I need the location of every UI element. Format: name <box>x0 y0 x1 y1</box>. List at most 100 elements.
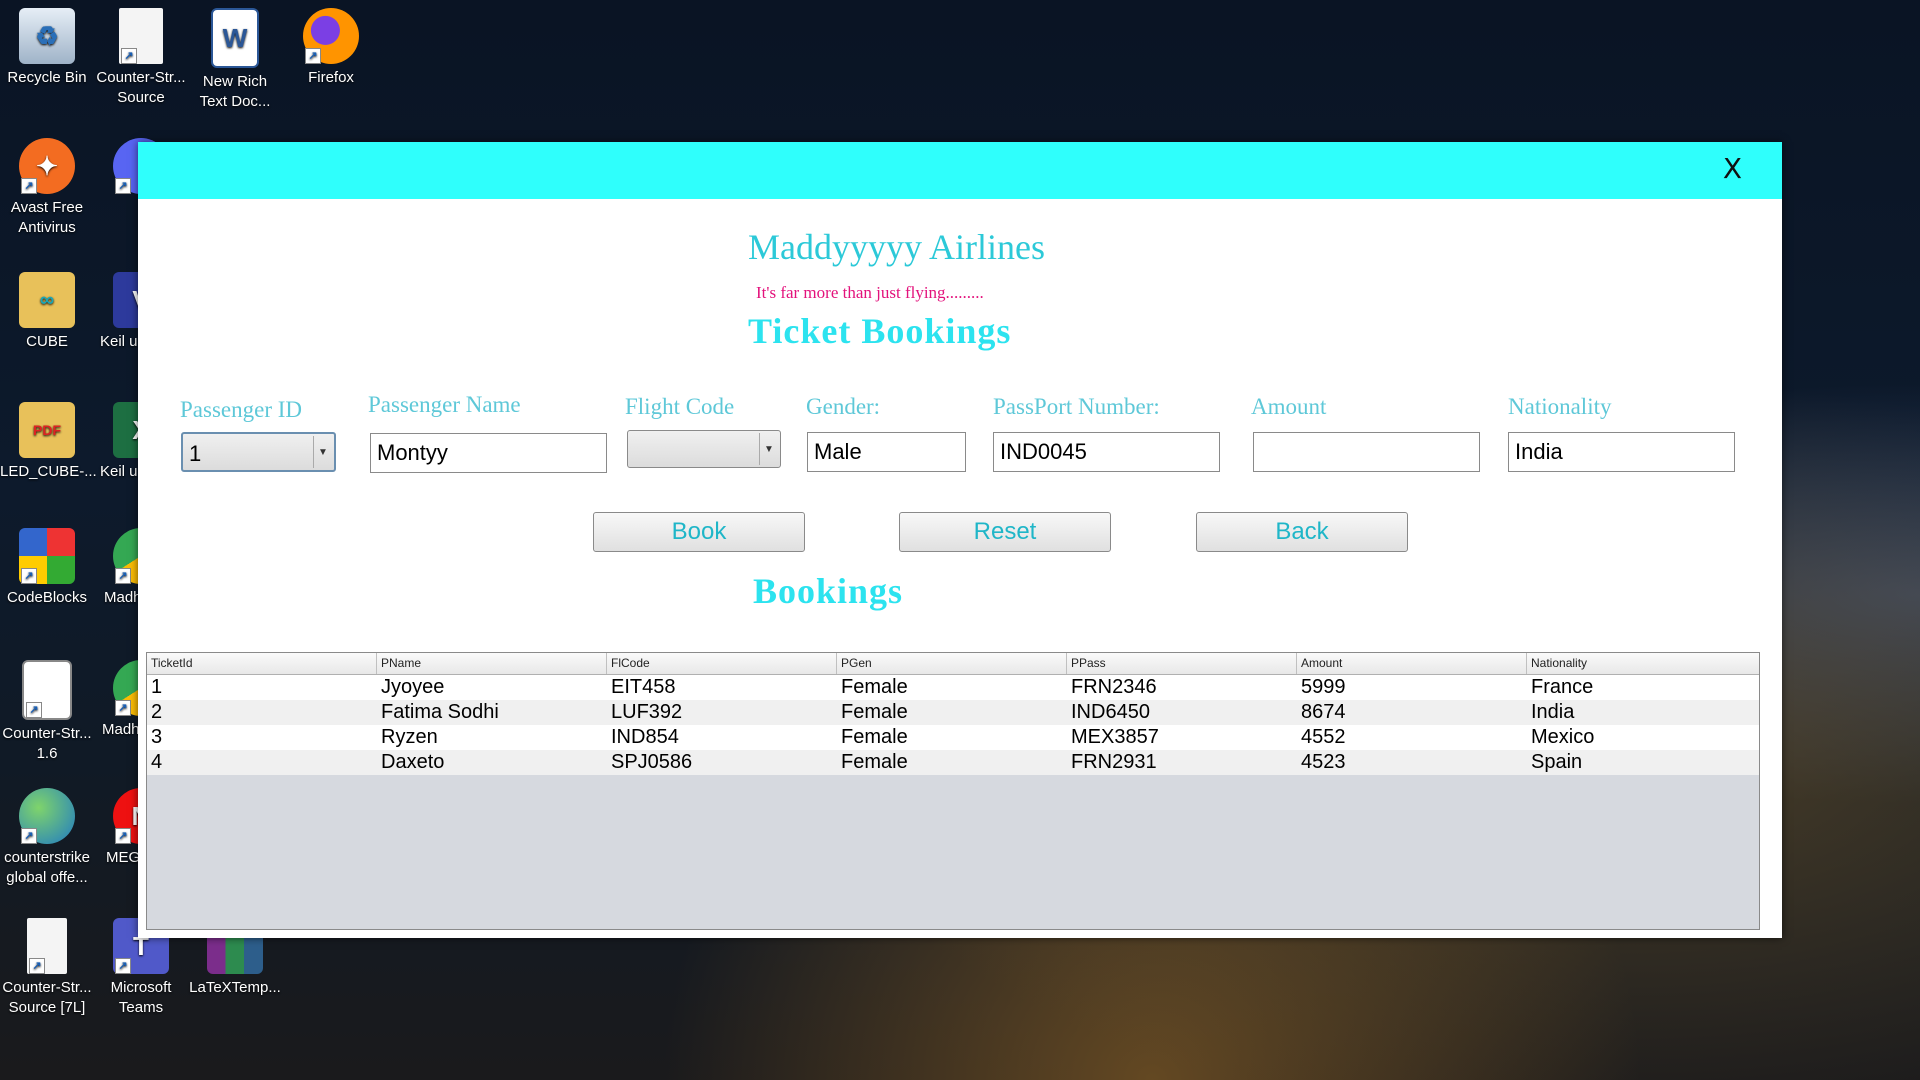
reset-button[interactable]: Reset <box>899 512 1111 552</box>
word-document-icon: W <box>211 8 259 68</box>
desktop-icon-firefox[interactable]: ↗ Firefox <box>284 8 378 88</box>
gender-input[interactable]: Male <box>807 432 966 472</box>
table-row[interactable]: 1 Jyoyee EIT458 Female FRN2346 5999 Fran… <box>147 675 1759 700</box>
nationality-label: Nationality <box>1508 394 1612 419</box>
table-cell: 1 <box>151 676 163 698</box>
amount-input[interactable] <box>1253 432 1480 472</box>
table-cell: IND6450 <box>1071 701 1150 723</box>
folder-pdf-icon: PDF <box>19 402 75 458</box>
amount-label: Amount <box>1251 394 1327 419</box>
table-cell: Female <box>841 726 908 748</box>
table-row[interactable]: 3 Ryzen IND854 Female MEX3857 4552 Mexic… <box>147 725 1759 750</box>
desktop-icon-label: Counter-Str... Source <box>96 69 186 106</box>
folder-icon: ∞ <box>19 272 75 328</box>
column-header[interactable]: TicketId <box>147 653 377 674</box>
table-cell: FRN2346 <box>1071 676 1157 698</box>
globe-icon: ↗ <box>19 788 75 844</box>
table-cell: 4 <box>151 751 163 773</box>
bookings-title: Bookings <box>753 571 904 611</box>
desktop-icon-codeblocks[interactable]: ↗ CodeBlocks <box>0 528 94 608</box>
table-cell: MEX3857 <box>1071 726 1159 748</box>
chevron-down-icon[interactable]: ▼ <box>313 436 332 468</box>
close-button[interactable]: X <box>1723 152 1742 185</box>
desktop-icon-counter-strike-7l[interactable]: ↗ Counter-Str... Source [7L] <box>0 918 94 1018</box>
table-cell: 8674 <box>1301 701 1346 723</box>
table-row[interactable]: 2 Fatima Sodhi LUF392 Female IND6450 867… <box>147 700 1759 725</box>
back-button[interactable]: Back <box>1196 512 1408 552</box>
column-header[interactable]: PName <box>377 653 607 674</box>
desktop-icon-led-cube[interactable]: PDF LED_CUBE-... <box>0 402 97 482</box>
desktop-icon-label: New Rich Text Doc... <box>199 73 271 110</box>
avast-icon: ✦ ↗ <box>19 138 75 194</box>
table-cell: Jyoyee <box>381 676 445 698</box>
desktop-icon-counter-strike-source[interactable]: ↗ Counter-Str... Source <box>94 8 188 108</box>
desktop-icon-recycle-bin[interactable]: ♻ Recycle Bin <box>0 8 94 88</box>
table-cell: Fatima Sodhi <box>381 701 499 723</box>
table-cell: 4552 <box>1301 726 1346 748</box>
table-cell: Female <box>841 701 908 723</box>
table-body: 1 Jyoyee EIT458 Female FRN2346 5999 Fran… <box>147 675 1759 775</box>
desktop-icon-label: CodeBlocks <box>6 589 88 606</box>
bookings-table[interactable]: TicketId PName FlCode PGen PPass Amount … <box>146 652 1760 930</box>
table-cell: SPJ0586 <box>611 751 693 773</box>
table-cell: 3 <box>151 726 163 748</box>
passenger-name-label: Passenger Name <box>368 392 521 417</box>
desktop-icon-counter-strike-16[interactable]: ↗ Counter-Str... 1.6 <box>0 660 94 764</box>
gender-label: Gender: <box>806 394 881 419</box>
ticket-booking-window: X Maddyyyyy Airlines It's far more than … <box>138 142 1782 938</box>
nationality-input[interactable]: India <box>1508 432 1735 472</box>
column-header[interactable]: PPass <box>1067 653 1297 674</box>
table-header: TicketId PName FlCode PGen PPass Amount … <box>147 653 1759 675</box>
codeblocks-icon: ↗ <box>19 528 75 584</box>
desktop-icon-label: counterstrike global offe... <box>4 849 90 886</box>
flight-code-label: Flight Code <box>625 394 735 419</box>
column-header[interactable]: Nationality <box>1527 653 1757 674</box>
brand-title: Maddyyyyy Airlines <box>748 227 1045 267</box>
passenger-id-select[interactable]: 1 ▼ <box>181 432 336 472</box>
window-app-icon: ↗ <box>22 660 72 720</box>
desktop-icon-label: Counter-Str... Source [7L] <box>2 979 92 1016</box>
passenger-name-input[interactable]: Montyy <box>370 433 607 473</box>
desktop-icon-label: LED_CUBE-... <box>0 463 97 480</box>
table-cell: 2 <box>151 701 163 723</box>
flight-code-select[interactable]: ▼ <box>627 430 781 468</box>
desktop-icon-label: Avast Free Antivirus <box>10 199 84 236</box>
desktop-icon-cube[interactable]: ∞ CUBE <box>0 272 94 352</box>
desktop-icon-label: Microsoft Teams <box>110 979 172 1016</box>
table-cell: Female <box>841 676 908 698</box>
title-bar: X <box>138 142 1782 199</box>
table-cell: Ryzen <box>381 726 438 748</box>
passport-number-input[interactable]: IND0045 <box>993 432 1220 472</box>
desktop-icon-label: Recycle Bin <box>7 69 87 86</box>
column-header[interactable]: FlCode <box>607 653 837 674</box>
column-header[interactable]: PGen <box>837 653 1067 674</box>
firefox-icon: ↗ <box>303 8 359 64</box>
table-cell: LUF392 <box>611 701 683 723</box>
document-icon: ↗ <box>119 8 163 64</box>
column-header[interactable]: Amount <box>1297 653 1527 674</box>
page-title: Ticket Bookings <box>748 311 1012 351</box>
chevron-down-icon[interactable]: ▼ <box>759 433 778 465</box>
table-cell: EIT458 <box>611 676 676 698</box>
passenger-id-value: 1 <box>189 441 202 466</box>
desktop-icon-avast[interactable]: ✦ ↗ Avast Free Antivirus <box>0 138 94 238</box>
table-cell: 4523 <box>1301 751 1346 773</box>
table-cell: France <box>1531 676 1594 698</box>
desktop-icon-label: Counter-Str... 1.6 <box>2 725 92 762</box>
tagline: It's far more than just flying......... <box>756 283 984 302</box>
desktop-icon-csgo[interactable]: ↗ counterstrike global offe... <box>0 788 94 888</box>
passenger-id-label: Passenger ID <box>180 397 302 422</box>
table-cell: India <box>1531 701 1575 723</box>
book-button[interactable]: Book <box>593 512 805 552</box>
desktop-icon-label: LaTeXTemp... <box>189 979 281 996</box>
desktop-icon-new-rich-text[interactable]: W New Rich Text Doc... <box>188 8 282 112</box>
table-cell: Female <box>841 751 908 773</box>
desktop-icon-label: CUBE <box>26 333 68 350</box>
table-cell: Mexico <box>1531 726 1595 748</box>
table-row[interactable]: 4 Daxeto SPJ0586 Female FRN2931 4523 Spa… <box>147 750 1759 775</box>
table-cell: Spain <box>1531 751 1583 773</box>
table-cell: 5999 <box>1301 676 1346 698</box>
table-cell: Daxeto <box>381 751 445 773</box>
recycle-bin-icon: ♻ <box>19 8 75 64</box>
table-cell: FRN2931 <box>1071 751 1157 773</box>
